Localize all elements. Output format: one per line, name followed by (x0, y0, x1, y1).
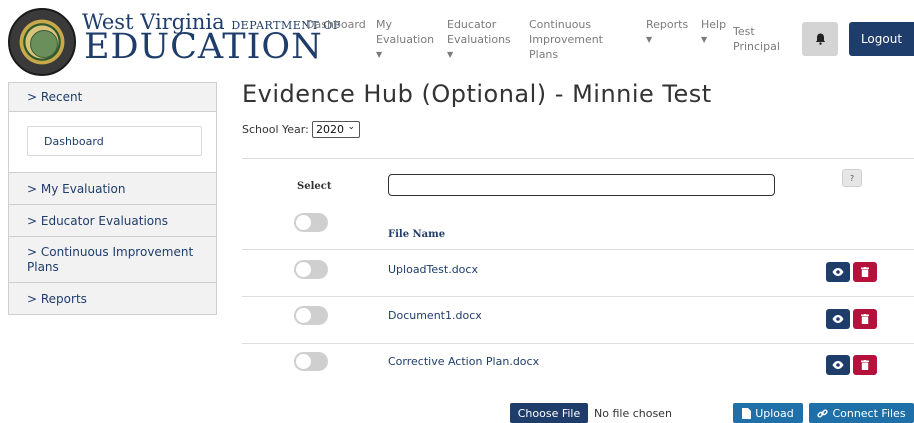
nav-dashboard[interactable]: Dashboard (306, 17, 366, 32)
connect-files-button[interactable]: Connect Files (809, 403, 914, 423)
sidebar-item-reports[interactable]: > Reports (8, 282, 217, 315)
file-select-toggle[interactable] (294, 352, 328, 371)
school-year-label: School Year: (242, 123, 309, 136)
nav-continuous-improvement-plans[interactable]: Continuous Improvement Plans (529, 17, 611, 62)
page-title: Evidence Hub (Optional) - Minnie Test (242, 80, 712, 108)
eye-icon (832, 361, 844, 369)
divider (242, 249, 914, 250)
file-select-toggle[interactable] (294, 260, 328, 279)
chevron-down-icon: ⌄ (347, 122, 355, 132)
file-link[interactable]: UploadTest.docx (388, 263, 478, 276)
trash-icon (861, 267, 869, 277)
trash-icon (861, 314, 869, 324)
user-name[interactable]: Test Principal (733, 24, 789, 54)
chevron-down-icon: ▼ (376, 50, 383, 59)
select-column-header: Select (297, 181, 332, 192)
chevron-down-icon: ▼ (646, 35, 653, 44)
search-input[interactable] (388, 174, 775, 196)
eye-icon (832, 268, 844, 276)
divider (242, 296, 914, 297)
delete-file-button[interactable] (853, 262, 877, 282)
logout-button[interactable]: Logout (849, 22, 914, 56)
link-icon (817, 408, 829, 418)
file-status-text: No file chosen (594, 407, 672, 420)
school-year-select[interactable]: 2020 ⌄ (312, 121, 360, 138)
chevron-down-icon: ▼ (447, 50, 454, 59)
select-all-toggle[interactable] (294, 213, 328, 232)
sidebar-recent-panel: Dashboard (8, 111, 217, 173)
sidebar: > Recent Dashboard > My Evaluation > Edu… (8, 82, 217, 315)
divider (242, 158, 914, 159)
sidebar-item-educator-evaluations[interactable]: > Educator Evaluations (8, 204, 217, 237)
file-link[interactable]: Corrective Action Plan.docx (388, 355, 539, 368)
choose-file-button[interactable]: Choose File (510, 403, 588, 423)
sidebar-item-my-evaluation[interactable]: > My Evaluation (8, 172, 217, 205)
nav-help[interactable]: Help ▼ (701, 17, 726, 47)
sidebar-item-continuous-improvement-plans[interactable]: > Continuous Improvement Plans (8, 236, 217, 283)
delete-file-button[interactable] (853, 309, 877, 329)
bell-icon (815, 33, 825, 45)
divider (242, 343, 914, 344)
file-name-column-header: File Name (388, 229, 446, 240)
state-seal-logo (8, 8, 76, 76)
help-button[interactable]: ? (842, 169, 862, 187)
sidebar-item-recent[interactable]: > Recent (8, 82, 217, 112)
top-header: West Virginia DEPARTMENT OF EDUCATION Da… (0, 0, 914, 76)
nav-my-evaluation[interactable]: My Evaluation ▼ (376, 17, 436, 62)
logo-education: EDUCATION (84, 27, 323, 67)
chevron-down-icon: ▼ (701, 35, 708, 44)
nav-educator-evaluations[interactable]: Educator Evaluations ▼ (447, 17, 513, 62)
notifications-button[interactable] (802, 22, 838, 56)
eye-icon (832, 315, 844, 323)
file-link[interactable]: Document1.docx (388, 309, 482, 322)
file-icon (742, 407, 752, 419)
view-file-button[interactable] (826, 262, 850, 282)
view-file-button[interactable] (826, 355, 850, 375)
nav-reports[interactable]: Reports ▼ (646, 17, 688, 47)
delete-file-button[interactable] (853, 355, 877, 375)
file-select-toggle[interactable] (294, 306, 328, 325)
sidebar-dashboard-link[interactable]: Dashboard (27, 126, 202, 156)
view-file-button[interactable] (826, 309, 850, 329)
trash-icon (861, 360, 869, 370)
upload-button[interactable]: Upload (733, 403, 803, 423)
